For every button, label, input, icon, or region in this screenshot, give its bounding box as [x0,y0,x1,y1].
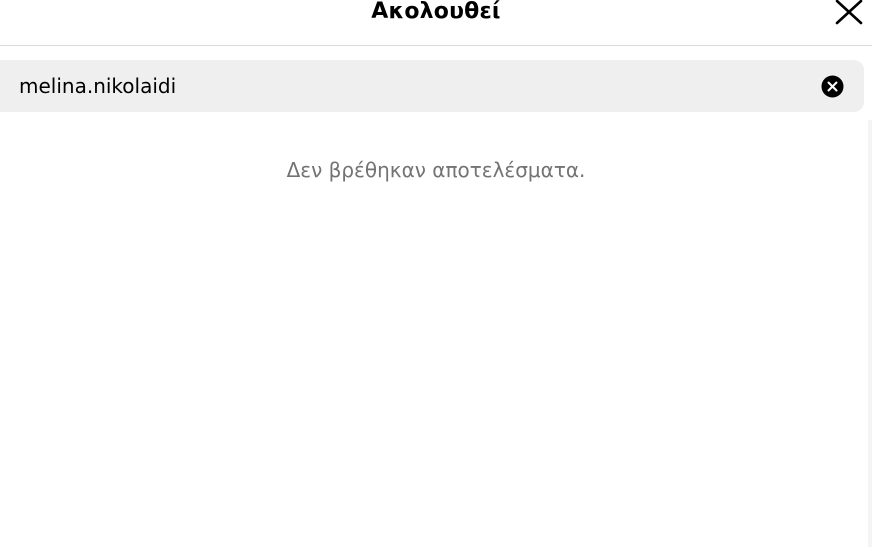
search-input[interactable] [19,73,799,99]
search-box [0,60,864,112]
dialog-title: Ακολουθεί [371,0,501,24]
dialog-header: Ακολουθεί [0,0,872,46]
no-results-message: Δεν βρέθηκαν αποτελέσματα. [286,158,586,182]
close-icon [835,0,863,25]
clear-search-button[interactable] [821,75,844,98]
clear-circle-icon [821,75,844,98]
close-button[interactable] [832,0,866,26]
scrollbar-track[interactable] [868,120,872,547]
following-dialog: Ακολουθεί Δεν βρέθηκαν αποτελέσματα. [0,0,872,547]
